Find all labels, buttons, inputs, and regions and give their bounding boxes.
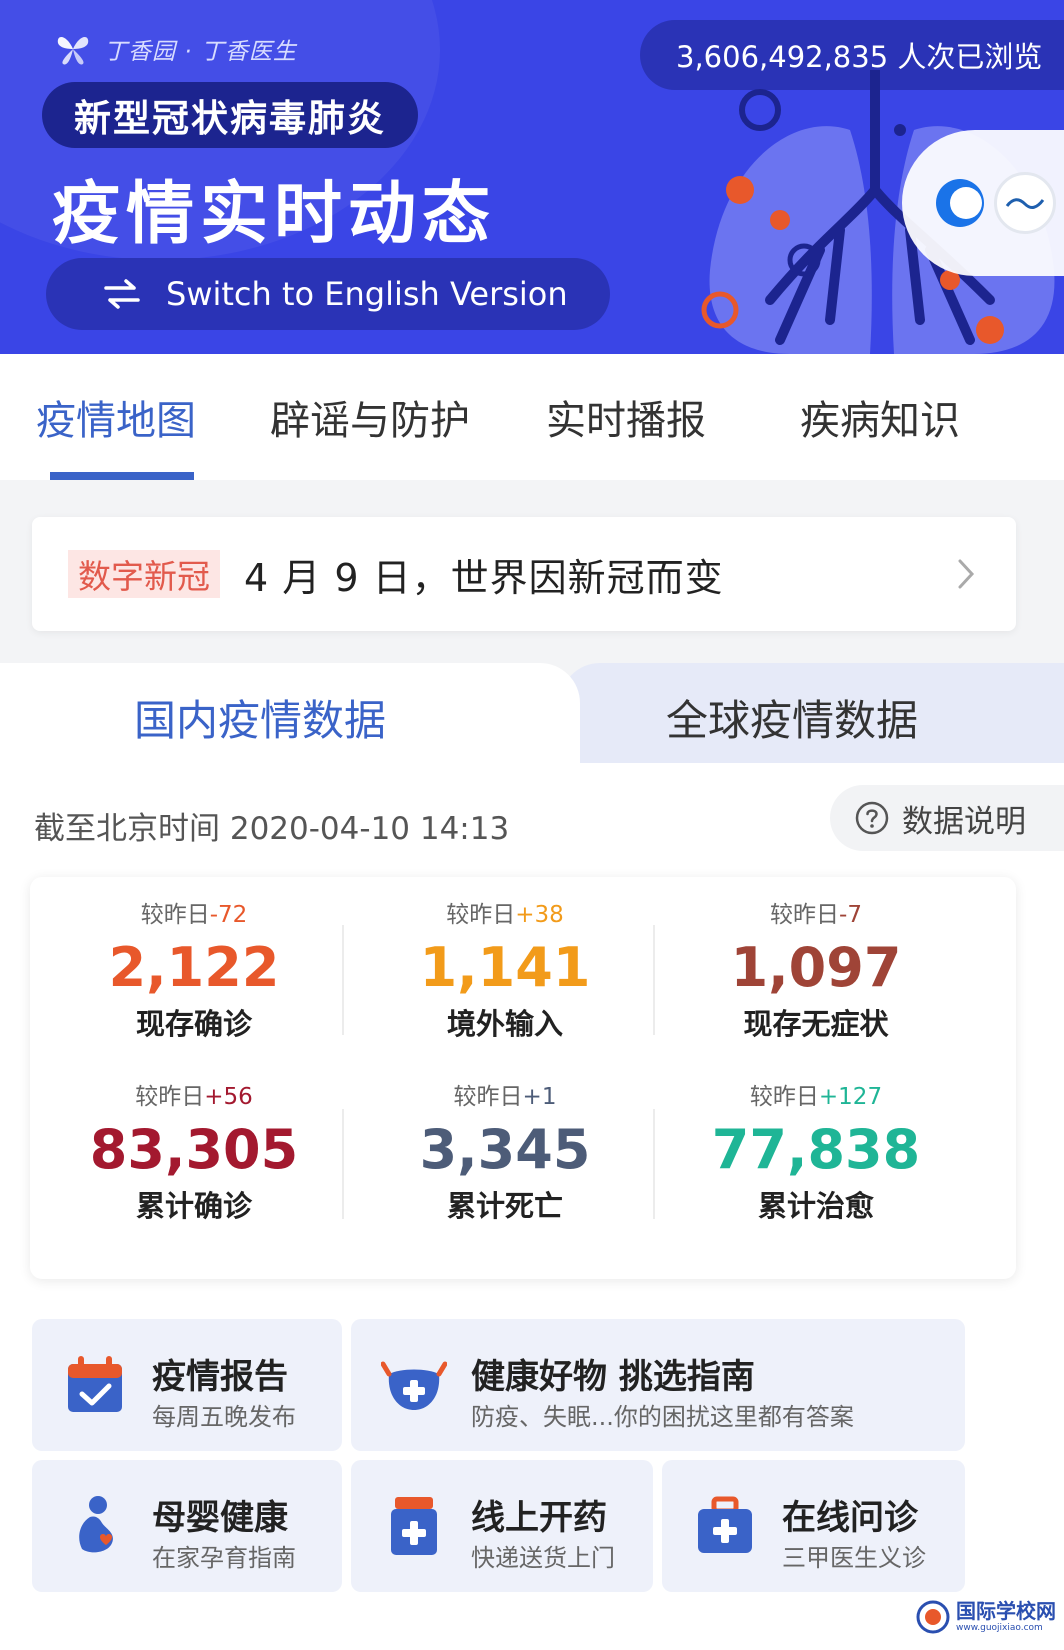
news-tag: 数字新冠 — [68, 550, 220, 598]
stat-divider — [342, 925, 344, 1035]
service-online-consultation[interactable]: 在线问诊 三甲医生义诊 — [662, 1460, 965, 1592]
stat-asymptomatic: 较昨日-7 1,097 现存无症状 — [652, 899, 980, 1043]
pregnant-woman-icon — [79, 1496, 113, 1553]
page-title: 疫情实时动态 — [52, 175, 497, 254]
update-timestamp: 截至北京时间 2020-04-10 14:13 — [34, 811, 510, 847]
service-maternal-health[interactable]: 母婴健康 在家孕育指南 — [32, 1460, 342, 1592]
stat-value: 83,305 — [89, 1118, 299, 1181]
stat-label: 境外输入 — [446, 1007, 563, 1041]
service-title: 疫情报告 — [152, 1357, 288, 1397]
stat-value: 1,141 — [419, 936, 591, 999]
tab-epidemic-map[interactable]: 疫情地图 — [36, 388, 196, 446]
data-section: 全球疫情数据 国内疫情数据 截至北京时间 2020-04-10 14:13 数据… — [0, 663, 1064, 1650]
data-explanation-label: 数据说明 — [902, 803, 1026, 840]
switch-language-label: Switch to English Version — [166, 275, 568, 313]
tab-domestic-data-label: 国内疫情数据 — [133, 696, 386, 745]
mask-icon — [381, 1361, 447, 1410]
watermark-logo-icon — [916, 1600, 950, 1634]
data-explanation-button[interactable]: 数据说明 — [830, 785, 1064, 851]
service-subtitle: 快递送货上门 — [471, 1544, 615, 1572]
stat-label: 累计确诊 — [135, 1189, 252, 1223]
stat-delta: 较昨日+1 — [453, 1084, 557, 1110]
news-banner[interactable]: 数字新冠 4 月 9 日，世界因新冠而变 — [32, 517, 1016, 631]
stat-divider — [342, 1109, 344, 1219]
brand-name: 丁香园 · 丁香医生 — [104, 39, 297, 65]
stat-delta: 较昨日+38 — [446, 902, 564, 928]
partner-logo-icon — [936, 179, 984, 227]
data-body: 截至北京时间 2020-04-10 14:13 数据说明 较昨日-72 2,12… — [0, 763, 1064, 1650]
service-health-goods[interactable]: 健康好物 挑选指南 防疫、失眠...你的困扰这里都有答案 — [351, 1319, 965, 1451]
butterfly-logo-icon — [57, 36, 89, 65]
service-subtitle: 每周五晚发布 — [152, 1403, 296, 1431]
service-epidemic-report[interactable]: 疫情报告 每周五晚发布 — [32, 1319, 342, 1451]
stat-delta: 较昨日-72 — [140, 902, 248, 928]
stat-value: 1,097 — [730, 936, 902, 999]
partner-wave-icon — [1005, 198, 1045, 209]
stat-total-deaths: 较昨日+1 3,345 累计死亡 — [341, 1081, 669, 1225]
stat-divider — [653, 925, 655, 1035]
swap-arrows-icon — [104, 279, 140, 309]
tab-rumor-protection[interactable]: 辟谣与防护 — [270, 388, 470, 446]
calendar-check-icon — [68, 1356, 122, 1412]
tab-live-updates[interactable]: 实时播报 — [546, 388, 706, 446]
service-subtitle: 防疫、失眠...你的困扰这里都有答案 — [471, 1403, 854, 1431]
news-title: 4 月 9 日，世界因新冠而变 — [244, 555, 724, 600]
stat-value: 3,345 — [419, 1118, 591, 1181]
stat-delta: 较昨日-7 — [770, 902, 862, 928]
switch-language-button[interactable]: Switch to English Version — [46, 258, 610, 330]
stat-label: 累计死亡 — [446, 1189, 563, 1223]
watermark-name: 国际学校网 — [956, 1599, 1056, 1623]
stat-divider — [653, 1109, 655, 1219]
header-banner: 丁香园 · 丁香医生 3,606,492,835 人次已浏览 新型冠状病毒肺炎 … — [0, 0, 1064, 354]
service-subtitle: 三甲医生义诊 — [782, 1544, 926, 1572]
stat-label: 现存确诊 — [135, 1007, 252, 1041]
service-title: 线上开药 — [471, 1498, 607, 1538]
watermark-url: www.guojixiao.com — [956, 1623, 1043, 1633]
service-title: 母婴健康 — [152, 1498, 288, 1538]
stat-total-recovered: 较昨日+127 77,838 累计治愈 — [652, 1081, 980, 1225]
stat-total-confirmed: 较昨日+56 83,305 累计确诊 — [30, 1081, 358, 1225]
stat-delta: 较昨日+56 — [135, 1084, 253, 1110]
question-circle-icon — [855, 801, 889, 835]
partner-seal — [994, 172, 1056, 234]
partner-badge — [902, 130, 1064, 276]
stat-value: 77,838 — [711, 1118, 921, 1181]
stats-card: 较昨日-72 2,122 现存确诊 较昨日+38 1,141 境外输入 较昨日-… — [30, 877, 1016, 1279]
tab-disease-knowledge[interactable]: 疾病知识 — [800, 388, 960, 446]
main-tabs: 疫情地图 辟谣与防护 实时播报 疾病知识 — [0, 354, 1064, 480]
stat-label: 现存无症状 — [743, 1007, 889, 1041]
brand: 丁香园 · 丁香医生 — [54, 30, 297, 68]
stat-imported: 较昨日+38 1,141 境外输入 — [341, 899, 669, 1043]
tab-global-data-label: 全球疫情数据 — [665, 696, 918, 745]
stat-label: 累计治愈 — [757, 1189, 874, 1223]
stat-value: 2,122 — [108, 936, 280, 999]
tab-active-indicator — [50, 472, 194, 480]
service-title: 在线问诊 — [782, 1498, 918, 1538]
site-watermark: 国际学校网 www.guojixiao.com — [916, 1600, 1056, 1634]
medical-kit-icon — [698, 1496, 752, 1553]
stat-delta: 较昨日+127 — [749, 1084, 883, 1110]
disease-badge: 新型冠状病毒肺炎 — [42, 82, 418, 148]
service-title: 健康好物 挑选指南 — [471, 1357, 755, 1397]
stat-current-confirmed: 较昨日-72 2,122 现存确诊 — [30, 899, 358, 1043]
medicine-bottle-icon — [391, 1497, 437, 1555]
service-subtitle: 在家孕育指南 — [152, 1544, 296, 1572]
service-online-prescription[interactable]: 线上开药 快递送货上门 — [351, 1460, 653, 1592]
chevron-right-icon — [958, 559, 975, 589]
